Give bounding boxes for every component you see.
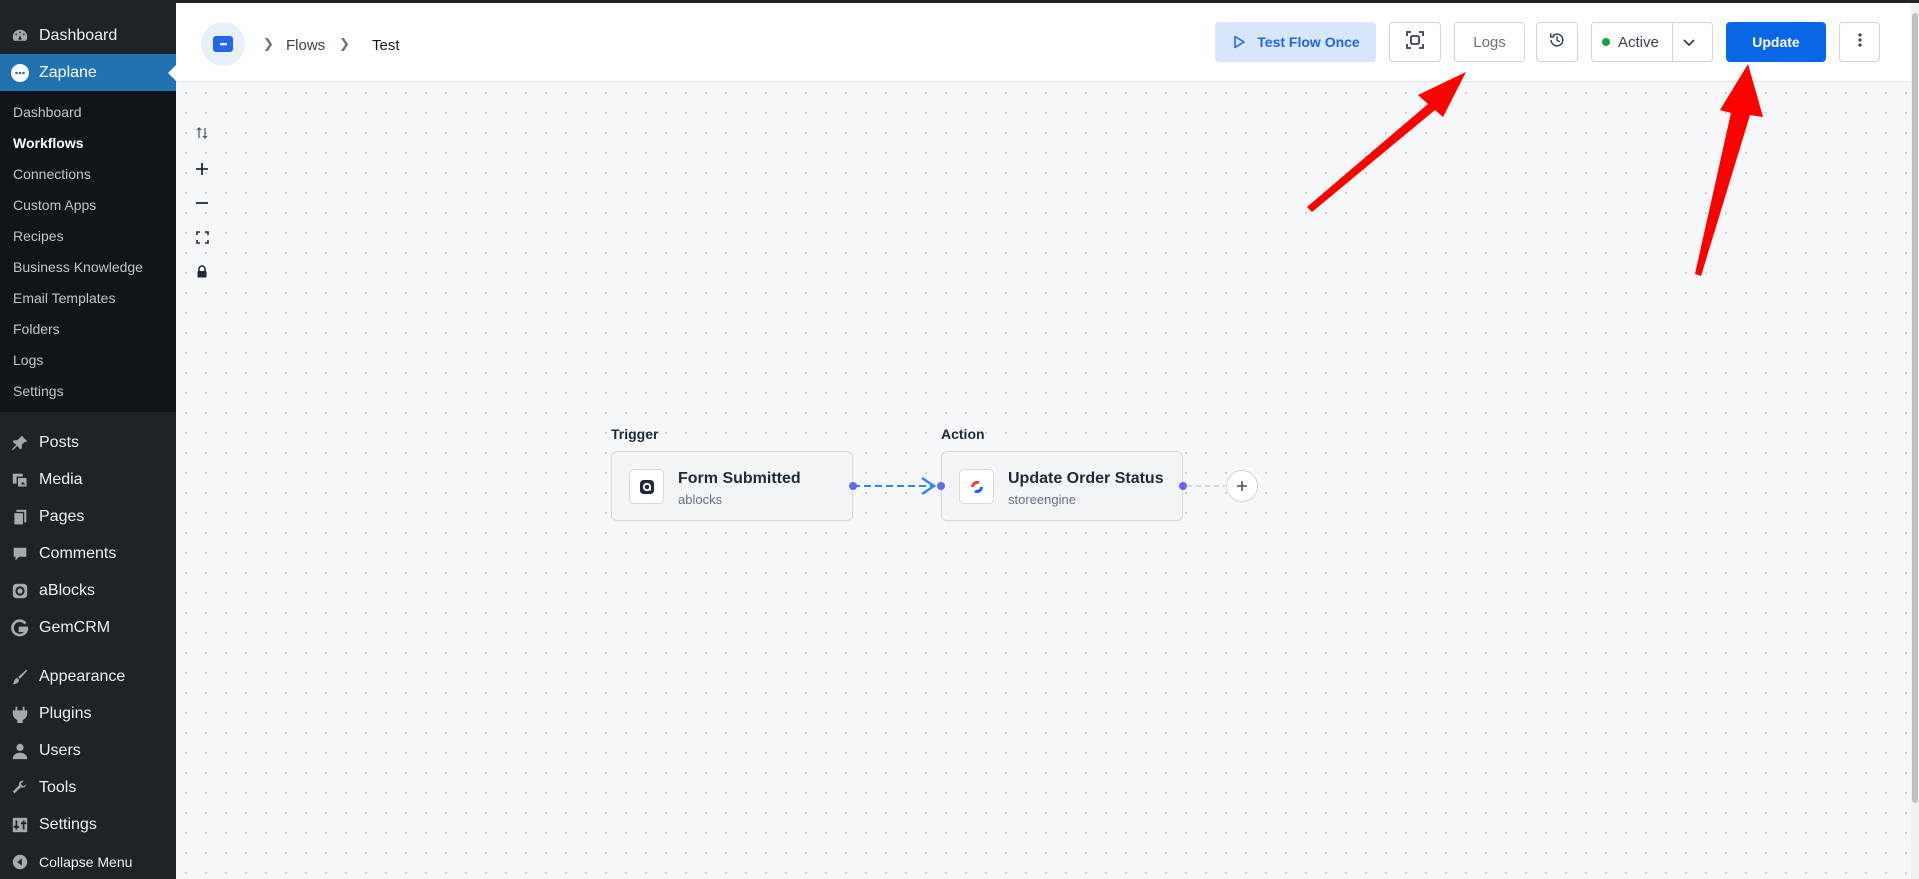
submenu-recipes[interactable]: Recipes [0, 220, 176, 251]
menu-ablocks[interactable]: aBlocks [0, 572, 176, 609]
submenu-workflows[interactable]: Workflows [0, 127, 176, 158]
menu-appearance[interactable]: Appearance [0, 658, 176, 695]
action-input-handle[interactable] [937, 482, 945, 490]
menu-users[interactable]: Users [0, 732, 176, 769]
status-dot [1602, 38, 1610, 46]
gemcrm-icon [10, 618, 30, 638]
chevron-right-icon: ❯ [339, 36, 350, 51]
wrench-icon [10, 778, 30, 798]
menu-settings[interactable]: Settings [0, 806, 176, 843]
brush-icon [10, 667, 30, 687]
media-icon [10, 470, 30, 490]
menu-gemcrm[interactable]: GemCRM [0, 609, 176, 646]
menu-label: Settings [39, 815, 97, 833]
status-label: Active [1618, 33, 1659, 51]
zaplane-submenu: Dashboard Workflows Connections Custom A… [0, 91, 176, 412]
capture-icon [1405, 30, 1425, 54]
chevron-down-icon[interactable] [1680, 33, 1698, 55]
history-button[interactable] [1536, 22, 1578, 62]
breadcrumb-flows[interactable]: Flows [286, 37, 325, 54]
menu-label: Pages [39, 507, 85, 525]
play-icon [1231, 34, 1247, 50]
comment-icon [10, 544, 30, 564]
submenu-settings[interactable]: Settings [0, 375, 176, 406]
menu-zaplane[interactable]: Zaplane [0, 54, 176, 91]
menu-label: Comments [39, 544, 117, 562]
submenu-dashboard[interactable]: Dashboard [0, 96, 176, 127]
test-flow-label: Test Flow Once [1257, 34, 1360, 50]
dashboard-icon [10, 26, 30, 46]
workflow-editor: ••• ❯ Flows ❯ Test Test Flow Once Logs A… [176, 0, 1919, 879]
screenshot-button[interactable] [1389, 22, 1441, 62]
user-icon [10, 741, 30, 761]
menu-label: Dashboard [39, 26, 118, 44]
menu-pages[interactable]: Pages [0, 498, 176, 535]
ablocks-icon [10, 581, 30, 601]
breadcrumb-current: Test [372, 37, 400, 54]
flow-canvas[interactable]: Trigger Action Form Submitted ablocks Up… [176, 83, 1911, 879]
menu-comments[interactable]: Comments [0, 535, 176, 572]
logs-button[interactable]: Logs [1454, 22, 1525, 62]
menu-label: GemCRM [39, 618, 111, 636]
editor-header: ••• ❯ Flows ❯ Test Test Flow Once Logs A… [176, 3, 1911, 82]
submenu-connections[interactable]: Connections [0, 158, 176, 189]
menu-posts[interactable]: Posts [0, 424, 176, 461]
scrollbar[interactable] [1911, 3, 1919, 879]
logo-icon: ••• [213, 36, 233, 52]
menu-collapse[interactable]: Collapse Menu [0, 843, 176, 879]
menu-label: Zaplane [39, 63, 97, 81]
test-flow-once-button[interactable]: Test Flow Once [1215, 22, 1376, 62]
menu-label: Media [39, 470, 83, 488]
more-options-button[interactable] [1839, 22, 1880, 62]
scroll-thumb[interactable] [1912, 13, 1918, 803]
menu-label: aBlocks [39, 581, 96, 599]
settings-icon [10, 815, 30, 835]
zaplane-icon [10, 63, 30, 83]
menu-label: Plugins [39, 704, 92, 722]
submenu-business-knowledge[interactable]: Business Knowledge [0, 251, 176, 282]
menu-tools[interactable]: Tools [0, 769, 176, 806]
submenu-logs[interactable]: Logs [0, 344, 176, 375]
history-icon [1548, 31, 1566, 53]
menu-plugins[interactable]: Plugins [0, 695, 176, 732]
menu-dashboard[interactable]: Dashboard [0, 17, 176, 54]
more-vertical-icon [1857, 32, 1863, 52]
menu-label: Tools [39, 778, 77, 796]
submenu-email-templates[interactable]: Email Templates [0, 282, 176, 313]
chevron-right-icon: ❯ [263, 36, 274, 51]
submenu-folders[interactable]: Folders [0, 313, 176, 344]
plugin-icon [10, 704, 30, 724]
pages-icon [10, 507, 30, 527]
trigger-output-handle[interactable] [849, 482, 857, 490]
action-output-handle[interactable] [1179, 482, 1187, 490]
update-button[interactable]: Update [1726, 22, 1826, 62]
admin-sidebar: Dashboard Zaplane Dashboard Workflows Co… [0, 0, 176, 879]
menu-media[interactable]: Media [0, 461, 176, 498]
flow-edges [853, 476, 1225, 496]
menu-label: Users [39, 741, 81, 759]
collapse-icon [10, 852, 30, 872]
pin-icon [10, 433, 30, 453]
menu-label: Posts [39, 433, 80, 451]
status-dropdown[interactable]: Active [1591, 22, 1713, 62]
divider [1672, 23, 1673, 61]
app-logo[interactable]: ••• [201, 22, 245, 66]
menu-label: Collapse Menu [39, 853, 133, 870]
menu-label: Appearance [39, 667, 126, 685]
add-step-button[interactable] [1226, 470, 1258, 502]
submenu-custom-apps[interactable]: Custom Apps [0, 189, 176, 220]
